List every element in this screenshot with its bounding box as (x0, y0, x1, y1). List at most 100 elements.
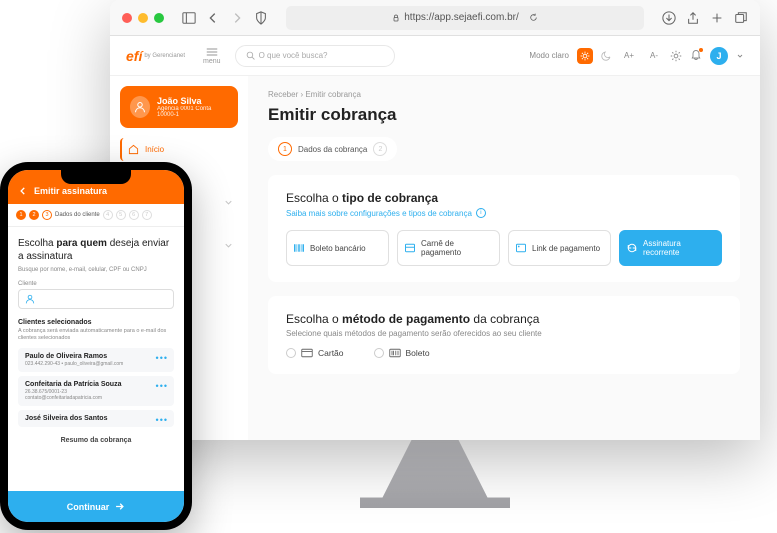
phone-stepper: 1 2 3 Dados do cliente 4 5 6 7 (8, 204, 184, 227)
refresh-icon[interactable] (529, 13, 538, 22)
gear-icon[interactable] (670, 50, 682, 62)
logo: efí (126, 48, 142, 64)
forward-icon[interactable] (230, 11, 244, 25)
avatar[interactable]: J (710, 47, 728, 65)
method-boleto[interactable]: Boleto (374, 348, 430, 358)
logo-subtitle: by Gerencianet (144, 53, 185, 59)
browser-nav (182, 11, 268, 25)
phone-device: Emitir assinatura 1 2 3 Dados do cliente… (0, 162, 192, 530)
cliente-label: Cliente (18, 281, 174, 287)
chevron-down-icon (223, 197, 234, 208)
phone-step-label: Dados do cliente (55, 212, 100, 218)
browser-actions (662, 11, 748, 25)
learn-more-link[interactable]: Saiba mais sobre configurações e tipos d… (286, 208, 722, 218)
phone-notch (61, 170, 131, 184)
person-icon (25, 294, 35, 304)
minimize-window[interactable] (138, 13, 148, 23)
phone-step-7[interactable]: 7 (142, 210, 152, 220)
phone-step-5[interactable]: 5 (116, 210, 126, 220)
phone-step-6[interactable]: 6 (129, 210, 139, 220)
chevron-down-icon (223, 240, 234, 251)
search-input[interactable]: O que você busca? (235, 45, 395, 67)
browser-bar: https://app.sejaefi.com.br/ (110, 0, 760, 36)
client-item[interactable]: Paulo de Oliveira Ramos 023.442.290-43 •… (18, 348, 174, 372)
user-avatar-icon (130, 96, 150, 118)
url-bar[interactable]: https://app.sejaefi.com.br/ (286, 6, 644, 30)
tabs-icon[interactable] (734, 11, 748, 25)
step-1[interactable]: 1 (278, 142, 292, 156)
page-title: Emitir cobrança (268, 105, 740, 125)
notifications[interactable] (690, 49, 702, 63)
clientes-selecionados-sub: A cobrança será enviada automaticamente … (18, 328, 174, 342)
breadcrumb: Receber › Emitir cobrança (268, 90, 740, 99)
shield-icon[interactable] (254, 11, 268, 25)
arrow-right-icon (114, 501, 125, 512)
font-increase[interactable]: A+ (620, 49, 638, 62)
booklet-icon (404, 242, 416, 254)
user-card[interactable]: João Silva Agência 0001 Conta 10000-1 (120, 86, 238, 128)
share-icon[interactable] (686, 11, 700, 25)
client-menu-icon[interactable]: ••• (156, 415, 168, 425)
new-tab-icon[interactable] (710, 11, 724, 25)
maximize-window[interactable] (154, 13, 164, 23)
phone-screen: Emitir assinatura 1 2 3 Dados do cliente… (8, 170, 184, 522)
monitor-stand (360, 438, 510, 508)
step-2[interactable]: 2 (373, 142, 387, 156)
client-item[interactable]: Confeitaria da Patrícia Souza 26.38.675/… (18, 376, 174, 406)
phone-subheading: Busque por nome, e-mail, celular, CPF ou… (18, 267, 174, 273)
boleto-icon (389, 348, 401, 358)
main-content: Receber › Emitir cobrança Emitir cobranç… (248, 76, 760, 440)
sidebar-item-inicio[interactable]: Início (120, 138, 238, 161)
metodo-pagamento-card: Escolha o método de pagamento da cobranç… (268, 296, 740, 374)
lock-icon (392, 14, 400, 22)
back-icon[interactable] (206, 11, 220, 25)
payment-methods: Cartão Boleto (286, 348, 722, 358)
resumo-button[interactable]: Resumo da cobrança (18, 431, 174, 450)
theme-toggle[interactable] (577, 48, 593, 64)
home-icon (128, 144, 139, 155)
menu-toggle[interactable]: menu (203, 47, 221, 65)
card-title: Escolha o tipo de cobrança (286, 191, 722, 205)
client-menu-icon[interactable]: ••• (156, 353, 168, 363)
chevron-down-icon[interactable] (736, 52, 744, 60)
user-name: João Silva (157, 96, 228, 106)
phone-step-3[interactable]: 3 (42, 210, 52, 220)
stepper: 1 Dados da cobrança 2 (268, 137, 397, 161)
notification-dot (699, 48, 703, 52)
close-window[interactable] (122, 13, 132, 23)
tipo-link[interactable]: Link de pagamento (508, 230, 611, 266)
desktop-monitor: https://app.sejaefi.com.br/ efí by Geren… (110, 0, 760, 440)
theme-label: Modo claro (529, 51, 569, 60)
app-body: João Silva Agência 0001 Conta 10000-1 In… (110, 76, 760, 440)
back-icon[interactable] (18, 186, 28, 196)
clientes-selecionados-heading: Clientes selecionados (18, 319, 174, 326)
download-icon[interactable] (662, 11, 676, 25)
recurring-icon (626, 242, 638, 254)
tipo-boleto[interactable]: Boleto bancário (286, 230, 389, 266)
tipo-cobranca-card: Escolha o tipo de cobrança Saiba mais so… (268, 175, 740, 282)
phone-content: Escolha para quem deseja enviar a assina… (8, 227, 184, 460)
tipo-assinatura[interactable]: Assinatura recorrente (619, 230, 722, 266)
method-cartao[interactable]: Cartão (286, 348, 344, 358)
phone-step-2[interactable]: 2 (29, 210, 39, 220)
info-icon: i (476, 208, 486, 218)
font-decrease[interactable]: A- (646, 49, 662, 62)
url-text: https://app.sejaefi.com.br/ (404, 12, 519, 23)
sidebar-toggle-icon[interactable] (182, 11, 196, 25)
search-icon (246, 51, 255, 60)
radio-cartao[interactable] (286, 348, 296, 358)
phone-step-4[interactable]: 4 (103, 210, 113, 220)
cliente-input[interactable] (18, 289, 174, 309)
step-1-label: Dados da cobrança (298, 145, 367, 154)
cobranca-types: Boleto bancário Carnê de pagamento Link … (286, 230, 722, 266)
radio-boleto[interactable] (374, 348, 384, 358)
traffic-lights (122, 13, 164, 23)
phone-step-1[interactable]: 1 (16, 210, 26, 220)
tipo-carne[interactable]: Carnê de pagamento (397, 230, 500, 266)
link-icon (515, 242, 527, 254)
card-title-2: Escolha o método de pagamento da cobranç… (286, 312, 722, 326)
client-menu-icon[interactable]: ••• (156, 381, 168, 391)
moon-icon[interactable] (601, 50, 612, 61)
client-item[interactable]: José Silveira dos Santos ••• (18, 410, 174, 427)
continuar-button[interactable]: Continuar (8, 491, 184, 522)
